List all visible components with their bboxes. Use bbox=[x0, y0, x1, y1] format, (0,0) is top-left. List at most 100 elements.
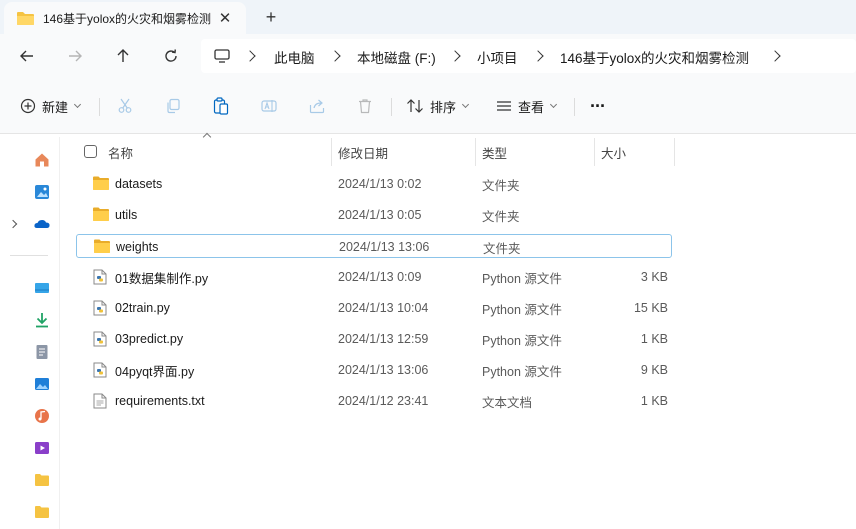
desktop-icon[interactable] bbox=[34, 280, 50, 296]
file-date: 2024/1/13 0:02 bbox=[338, 177, 422, 191]
sort-button-label: 排序 bbox=[430, 99, 457, 115]
folder-icon[interactable] bbox=[34, 504, 50, 520]
breadcrumb-current[interactable]: 146基于yolox的火灾和烟雾检测 bbox=[560, 47, 749, 67]
arrow-right-icon bbox=[69, 50, 82, 62]
more-options-button[interactable]: ··· bbox=[590, 92, 606, 120]
folder-icon[interactable] bbox=[34, 472, 50, 488]
breadcrumb-this-pc[interactable]: 此电脑 bbox=[274, 47, 315, 67]
cut-button[interactable] bbox=[117, 92, 133, 120]
close-icon[interactable]: ✕ bbox=[216, 9, 234, 27]
address-bar[interactable]: 此电脑 本地磁盘 (F:) 小项目 146基于yolox的火灾和烟雾检测 bbox=[201, 39, 856, 73]
chevron-down-icon bbox=[73, 100, 82, 109]
file-row[interactable]: 01数据集制作.py 2024/1/13 0:09 Python 源文件 3 KB bbox=[76, 265, 672, 289]
file-name: 04pyqt界面.py bbox=[115, 364, 195, 379]
share-button[interactable] bbox=[309, 92, 325, 120]
file-size: 15 KB bbox=[633, 301, 668, 315]
music-icon[interactable] bbox=[34, 408, 50, 424]
view-list-icon bbox=[497, 101, 511, 111]
chevron-right-icon[interactable] bbox=[329, 50, 341, 62]
chevron-right-icon[interactable] bbox=[244, 50, 256, 62]
videos-icon[interactable] bbox=[34, 440, 50, 456]
file-row[interactable]: 03predict.py 2024/1/13 12:59 Python 源文件 1 K… bbox=[76, 327, 672, 351]
file-size: 3 KB bbox=[640, 270, 668, 284]
file-type: 文件夹 bbox=[483, 241, 521, 256]
copy-button[interactable] bbox=[165, 92, 181, 120]
breadcrumb-folder[interactable]: 小项目 bbox=[477, 47, 518, 67]
folder-icon bbox=[17, 12, 34, 25]
plus-circle-icon bbox=[20, 98, 36, 114]
file-name-cell[interactable]: utils bbox=[93, 203, 137, 227]
sort-caret-icon bbox=[202, 132, 212, 142]
column-header-date[interactable]: 修改日期 bbox=[332, 138, 388, 166]
column-header-type[interactable]: 类型 bbox=[476, 138, 507, 166]
gallery-icon[interactable] bbox=[34, 184, 50, 200]
paste-button[interactable] bbox=[213, 92, 229, 120]
file-name: utils bbox=[115, 208, 138, 222]
home-icon[interactable] bbox=[34, 152, 50, 168]
tab-current[interactable]: 146基于yolox的火灾和烟雾检测 ✕ bbox=[4, 2, 246, 34]
new-button-label: 新建 bbox=[42, 99, 69, 115]
file-name-cell[interactable]: 04pyqt界面.py bbox=[93, 358, 194, 382]
select-all-checkbox[interactable] bbox=[84, 145, 97, 158]
file-type: Python 源文件 bbox=[482, 302, 562, 317]
file-name-cell[interactable]: requirements.txt bbox=[93, 389, 205, 413]
toolbar-divider bbox=[99, 98, 100, 116]
chevron-right-icon[interactable] bbox=[449, 50, 461, 62]
arrow-up-icon bbox=[117, 49, 129, 62]
nav-divider bbox=[10, 255, 48, 256]
up-button[interactable] bbox=[111, 44, 135, 68]
file-type: 文件夹 bbox=[482, 209, 520, 224]
chevron-down-icon bbox=[461, 100, 470, 109]
file-row[interactable]: 04pyqt界面.py 2024/1/13 13:06 Python 源文件 9 KB bbox=[76, 358, 672, 382]
forward-button[interactable] bbox=[63, 44, 87, 68]
refresh-icon bbox=[165, 49, 177, 62]
documents-icon[interactable] bbox=[34, 344, 50, 360]
file-date: 2024/1/13 13:06 bbox=[339, 240, 430, 254]
pictures-icon[interactable] bbox=[34, 376, 50, 392]
file-row[interactable]: 02train.py 2024/1/13 10:04 Python 源文件 15 KB bbox=[76, 296, 672, 320]
file-name-cell[interactable]: 02train.py bbox=[93, 296, 170, 320]
file-row[interactable]: utils 2024/1/13 0:05 文件夹 bbox=[76, 203, 672, 227]
rename-icon bbox=[261, 100, 277, 112]
new-tab-button[interactable]: + bbox=[260, 6, 282, 28]
rename-button[interactable] bbox=[261, 92, 277, 120]
monitor-icon bbox=[214, 49, 230, 63]
file-name-cell[interactable]: 01数据集制作.py bbox=[93, 265, 208, 289]
file-list-header: 名称 修改日期 类型 大小 bbox=[76, 132, 676, 166]
file-date: 2024/1/13 12:59 bbox=[338, 332, 429, 346]
file-type: Python 源文件 bbox=[482, 364, 562, 379]
file-row[interactable]: datasets 2024/1/13 0:02 文件夹 bbox=[76, 172, 672, 196]
tab-strip: 146基于yolox的火灾和烟雾检测 ✕ + bbox=[0, 0, 856, 34]
file-name-cell[interactable]: 03predict.py bbox=[93, 327, 183, 351]
file-row[interactable]: weights 2024/1/13 13:06 文件夹 bbox=[76, 234, 672, 258]
sort-button[interactable]: 排序 bbox=[406, 92, 470, 120]
file-name-cell[interactable]: weights bbox=[94, 235, 158, 259]
chevron-right-icon[interactable] bbox=[769, 50, 781, 62]
file-name-cell[interactable]: datasets bbox=[93, 172, 162, 196]
delete-button[interactable] bbox=[357, 92, 373, 120]
folder-icon bbox=[93, 176, 109, 192]
view-button[interactable]: 查看 bbox=[496, 92, 558, 120]
file-type: Python 源文件 bbox=[482, 333, 562, 348]
back-button[interactable] bbox=[15, 44, 39, 68]
breadcrumb-drive[interactable]: 本地磁盘 (F:) bbox=[357, 47, 436, 67]
downloads-icon[interactable] bbox=[34, 312, 50, 328]
trash-icon bbox=[359, 99, 371, 114]
onedrive-icon[interactable] bbox=[34, 216, 50, 232]
column-header-name[interactable]: 名称 bbox=[102, 138, 133, 166]
file-size: 9 KB bbox=[640, 363, 668, 377]
folder-icon bbox=[94, 239, 110, 255]
file-date: 2024/1/12 23:41 bbox=[338, 394, 429, 408]
file-row[interactable]: requirements.txt 2024/1/12 23:41 文本文档 1 KB bbox=[76, 389, 672, 413]
refresh-button[interactable] bbox=[159, 44, 183, 68]
chevron-right-icon[interactable] bbox=[532, 50, 544, 62]
file-name: 03predict.py bbox=[115, 332, 184, 346]
folder-icon bbox=[93, 207, 109, 223]
file-type: 文本文档 bbox=[482, 395, 533, 410]
column-header-size[interactable]: 大小 bbox=[595, 138, 626, 166]
file-name: requirements.txt bbox=[115, 394, 205, 408]
column-divider[interactable] bbox=[674, 138, 675, 166]
file-date: 2024/1/13 13:06 bbox=[338, 363, 429, 377]
chevron-right-icon[interactable] bbox=[8, 219, 18, 229]
new-button[interactable]: 新建 bbox=[20, 92, 82, 120]
